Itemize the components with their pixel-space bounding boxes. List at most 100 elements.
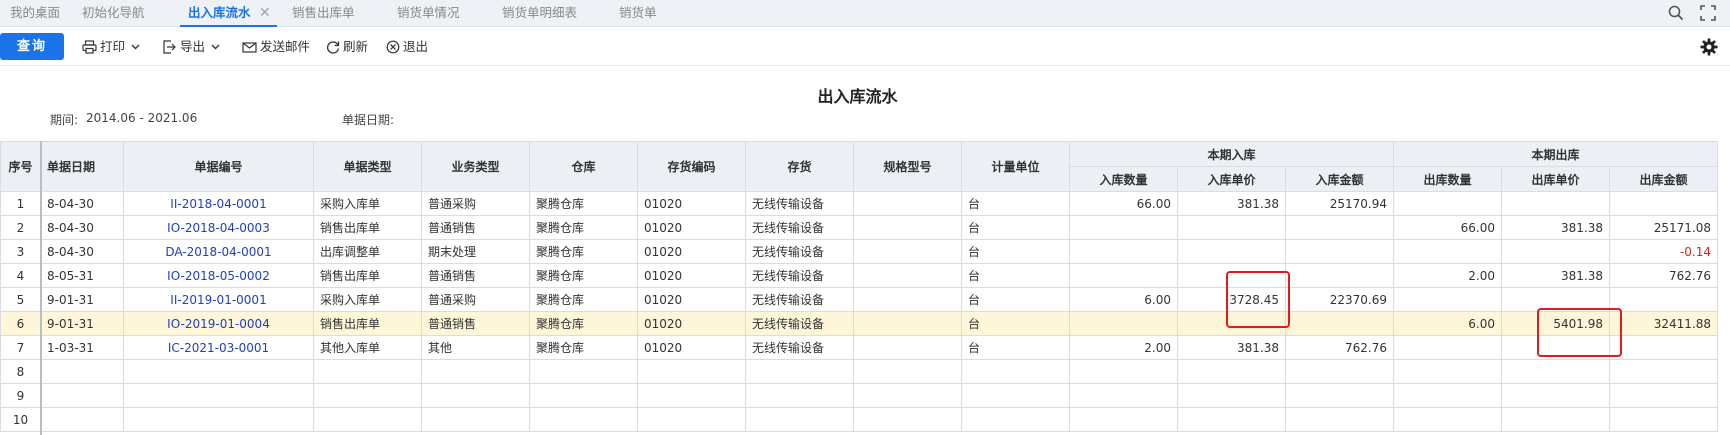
cell-doc-no[interactable]: II-2019-01-0001 — [123, 287, 314, 312]
table-row[interactable]: 8 — [0, 359, 1718, 384]
cell-in-amount — [1285, 239, 1394, 264]
tab-close-icon[interactable]: ✕ — [259, 0, 271, 26]
cell-item: 无线传输设备 — [745, 191, 854, 216]
cell-biz-type — [421, 359, 530, 384]
refresh-button[interactable]: 刷新 — [326, 28, 368, 66]
table-row[interactable]: 10 — [0, 407, 1718, 432]
cell-doc-type: 销售出库单 — [313, 215, 422, 240]
cell-biz-type: 期末处理 — [421, 239, 530, 264]
cell-in-price — [1177, 383, 1286, 408]
col-header-out-price[interactable]: 出库单价 — [1501, 166, 1610, 192]
highlight-box-in-price — [1226, 271, 1290, 328]
table-row[interactable]: 9 — [0, 383, 1718, 408]
table-row[interactable]: 3 8-04-30 DA-2018-04-0001 出库调整单 期末处理 聚腾仓库 0102… — [0, 239, 1718, 264]
cell-in-price: 381.38 — [1177, 191, 1286, 216]
table-row[interactable]: 1 8-04-30 II-2018-04-0001 采购入库单 普通采购 聚腾仓库 0102… — [0, 191, 1718, 216]
table-row[interactable]: 6 9-01-31 IO-2019-01-0004 销售出库单 普通销售 聚腾仓库 0102… — [0, 311, 1718, 336]
print-button[interactable]: 打印 — [82, 28, 143, 66]
send-mail-label: 发送邮件 — [260, 39, 311, 54]
cell-out-qty — [1393, 407, 1502, 432]
col-header-out-amount[interactable]: 出库金额 — [1609, 166, 1718, 192]
tab-sales-status[interactable]: 销货单情况 — [397, 0, 460, 26]
cell-unit: 台 — [961, 239, 1070, 264]
cell-out-qty — [1393, 359, 1502, 384]
col-header-doc-no[interactable]: 单据编号 — [123, 141, 314, 192]
col-header-out-qty[interactable]: 出库数量 — [1393, 166, 1502, 192]
cell-in-amount: 762.76 — [1285, 335, 1394, 360]
table-row[interactable]: 2 8-04-30 IO-2018-04-0003 销售出库单 普通销售 聚腾仓库 0102… — [0, 215, 1718, 240]
col-header-doc-type[interactable]: 单据类型 — [313, 141, 422, 192]
col-header-spec[interactable]: 规格型号 — [853, 141, 962, 192]
col-header-seq[interactable]: 序号 — [0, 141, 41, 192]
tab-stock-flow[interactable]: 出入库流水 — [180, 0, 276, 27]
col-header-warehouse[interactable]: 仓库 — [529, 141, 638, 192]
cell-item-code — [637, 407, 746, 432]
cell-warehouse: 聚腾仓库 — [529, 287, 638, 312]
cell-doc-no[interactable]: IO-2018-04-0003 — [123, 215, 314, 240]
cell-doc-no[interactable]: IO-2019-01-0004 — [123, 311, 314, 336]
cell-spec — [853, 263, 962, 288]
col-header-unit[interactable]: 计量单位 — [961, 141, 1070, 192]
cell-warehouse — [529, 359, 638, 384]
table-row[interactable]: 5 9-01-31 II-2019-01-0001 采购入库单 普通采购 聚腾仓库 0102… — [0, 287, 1718, 312]
period-value: 2014.06 - 2021.06 — [86, 111, 198, 125]
cell-date: 9-01-31 — [40, 311, 124, 336]
cell-out-qty: 2.00 — [1393, 263, 1502, 288]
cell-out-price: 381.38 — [1501, 215, 1610, 240]
cell-doc-no[interactable]: II-2018-04-0001 — [123, 191, 314, 216]
col-header-in-qty[interactable]: 入库数量 — [1069, 166, 1178, 192]
fullscreen-icon[interactable] — [1699, 4, 1717, 22]
cell-seq: 8 — [0, 359, 41, 384]
cell-seq: 7 — [0, 335, 41, 360]
cell-spec — [853, 311, 962, 336]
col-header-date[interactable]: 单据日期 — [40, 141, 124, 192]
stock-flow-grid: 序号 单据日期 单据编号 单据类型 业务类型 仓库 存货编码 存货 规格型号 计… — [0, 141, 1718, 432]
search-icon[interactable] — [1667, 4, 1685, 22]
cell-out-price: 381.38 — [1501, 263, 1610, 288]
tab-init-nav[interactable]: 初始化导航 — [82, 0, 145, 26]
cell-out-price — [1501, 383, 1610, 408]
table-row[interactable]: 7 1-03-31 IC-2021-03-0001 其他入库单 其他 聚腾仓库 01020 无… — [0, 335, 1718, 360]
cell-doc-no[interactable]: IO-2018-05-0002 — [123, 263, 314, 288]
cell-item-code — [637, 359, 746, 384]
cell-seq: 1 — [0, 191, 41, 216]
cell-out-price — [1501, 191, 1610, 216]
col-header-item-code[interactable]: 存货编码 — [637, 141, 746, 192]
table-row[interactable]: 4 8-05-31 IO-2018-05-0002 销售出库单 普通销售 聚腾仓库 0102… — [0, 263, 1718, 288]
tab-sales-order[interactable]: 销货单 — [619, 0, 657, 26]
frozen-column-divider[interactable] — [40, 141, 42, 435]
exit-button[interactable]: 退出 — [386, 28, 428, 66]
cell-in-amount — [1285, 359, 1394, 384]
tab-sales-detail[interactable]: 销货单明细表 — [502, 0, 577, 26]
cell-out-amount: 762.76 — [1609, 263, 1718, 288]
cell-in-price — [1177, 407, 1286, 432]
cell-in-qty — [1069, 263, 1178, 288]
toolbar: 查询 打印 导出 发送邮件 刷新 退出 — [0, 28, 1730, 66]
cell-warehouse — [529, 407, 638, 432]
mail-icon — [242, 41, 257, 53]
col-header-biz-type[interactable]: 业务类型 — [421, 141, 530, 192]
cell-doc-no[interactable]: DA-2018-04-0001 — [123, 239, 314, 264]
cell-out-price — [1501, 239, 1610, 264]
cell-spec — [853, 335, 962, 360]
cell-out-qty: 66.00 — [1393, 215, 1502, 240]
cell-unit — [961, 359, 1070, 384]
col-header-item[interactable]: 存货 — [745, 141, 854, 192]
query-button[interactable]: 查询 — [0, 33, 64, 60]
tab-my-desktop[interactable]: 我的桌面 — [10, 0, 60, 26]
tab-sales-outbound[interactable]: 销售出库单 — [292, 0, 355, 26]
cell-biz-type: 其他 — [421, 335, 530, 360]
send-mail-button[interactable]: 发送邮件 — [242, 28, 310, 66]
col-header-in-amount[interactable]: 入库金额 — [1285, 166, 1394, 192]
cell-item — [745, 407, 854, 432]
gear-icon[interactable] — [1700, 38, 1718, 56]
col-header-in-price[interactable]: 入库单价 — [1177, 166, 1286, 192]
cell-item-code: 01020 — [637, 335, 746, 360]
export-button[interactable]: 导出 — [162, 28, 223, 66]
cell-in-qty — [1069, 383, 1178, 408]
cell-out-amount — [1609, 335, 1718, 360]
cell-doc-no[interactable]: IC-2021-03-0001 — [123, 335, 314, 360]
cell-in-amount — [1285, 407, 1394, 432]
cell-date: 8-04-30 — [40, 239, 124, 264]
cell-item: 无线传输设备 — [745, 311, 854, 336]
